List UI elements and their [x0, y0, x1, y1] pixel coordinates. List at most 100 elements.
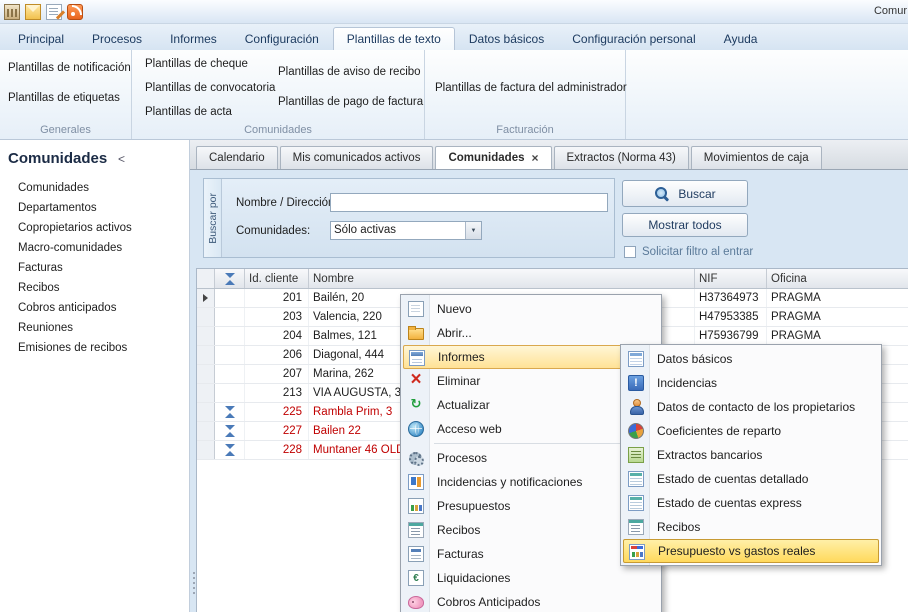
row-status-cell [215, 384, 245, 402]
context-menu-item-abrir[interactable]: Abrir... [403, 321, 659, 345]
row-indicator [197, 441, 215, 459]
communities-label: Comunidades: [236, 225, 310, 237]
ribbon-group-facturacion: Plantillas de factura del administrador … [425, 50, 626, 139]
collapse-sidebar-icon[interactable] [118, 152, 125, 166]
sidebar-item-reuniones[interactable]: Reuniones [0, 318, 189, 338]
window-title: Comur [874, 5, 907, 17]
ribbon-item-plantillas-de-factura-del-administrador[interactable]: Plantillas de factura del administrador [435, 82, 627, 94]
submenu-item-incidencias[interactable]: Incidencias [623, 371, 879, 395]
submenu-item-estado-de-cuentas-express[interactable]: Estado de cuentas express [623, 491, 879, 515]
ribbon-tab-configuracion[interactable]: Configuración [231, 27, 333, 50]
submenu-item-recibos[interactable]: Recibos [623, 515, 879, 539]
row-indicator [197, 384, 215, 402]
communities-combobox-value: Sólo activas [331, 222, 465, 239]
doc-tab-comunidades[interactable]: Comunidades [435, 146, 551, 169]
contact-icon [628, 399, 644, 415]
header-nif[interactable]: NIF [695, 269, 767, 288]
sidebar-item-facturas[interactable]: Facturas [0, 258, 189, 278]
cell-id-cliente: 213 [245, 384, 309, 402]
row-indicator [197, 346, 215, 364]
splitter-handle[interactable] [191, 572, 196, 594]
communities-combobox[interactable]: Sólo activas [330, 221, 482, 240]
cell-oficina: PRAGMA [767, 327, 908, 345]
buscar-button[interactable]: Buscar [622, 180, 748, 207]
doc-tab-movimientos-de-caja[interactable]: Movimientos de caja [691, 146, 822, 169]
sidebar-item-copropietarios-activos[interactable]: Copropietarios activos [0, 218, 189, 238]
ribbon-item-plantillas-de-aviso-de-recibo[interactable]: Plantillas de aviso de recibo [278, 66, 421, 78]
sidebar-item-comunidades[interactable]: Comunidades [0, 178, 189, 198]
submenu-item-presupuesto-vs-gastos-reales[interactable]: Presupuesto vs gastos reales [623, 539, 879, 563]
menu-item-label: Incidencias y notificaciones [437, 475, 582, 489]
hourglass-icon [224, 424, 236, 438]
ribbon-tab-plantillas-de-texto[interactable]: Plantillas de texto [333, 27, 455, 50]
sidebar-items: ComunidadesDepartamentosCopropietarios a… [0, 178, 189, 358]
document-tab-bar: CalendarioMis comunicados activosComunid… [190, 140, 908, 170]
liquidation-icon [408, 570, 424, 586]
header-status-column[interactable] [215, 269, 245, 288]
incident2-icon [628, 375, 644, 391]
cell-id-cliente: 225 [245, 403, 309, 421]
solicitar-filtro-checkbox[interactable] [624, 246, 636, 258]
ribbon-item-plantillas-de-pago-de-factura[interactable]: Plantillas de pago de factura [278, 96, 423, 108]
sidebar-item-emisiones-de-recibos[interactable]: Emisiones de recibos [0, 338, 189, 358]
submenu-item-extractos-bancarios[interactable]: Extractos bancarios [623, 443, 879, 467]
close-tab-icon[interactable] [532, 152, 539, 164]
submenu-item-datos-basicos[interactable]: Datos básicos [623, 347, 879, 371]
name-address-input[interactable] [330, 193, 608, 212]
doc-tab-extractos-norma-43[interactable]: Extractos (Norma 43) [554, 146, 689, 169]
name-address-label: Nombre / Dirección: [236, 197, 338, 209]
header-oficina[interactable]: Oficina [767, 269, 908, 288]
row-status-cell [215, 346, 245, 364]
refresh-icon [408, 397, 424, 413]
ribbon-tab-configuracion-personal[interactable]: Configuración personal [558, 27, 709, 50]
sidebar-item-recibos[interactable]: Recibos [0, 278, 189, 298]
mostrar-todos-button[interactable]: Mostrar todos [622, 213, 748, 237]
ribbon-item-plantillas-de-notificacion[interactable]: Plantillas de notificación [8, 62, 131, 74]
header-nombre[interactable]: Nombre [309, 269, 695, 288]
context-menu-item-liquidaciones[interactable]: Liquidaciones [403, 566, 659, 590]
sidebar-item-macro-comunidades[interactable]: Macro-comunidades [0, 238, 189, 258]
sidebar-item-departamentos[interactable]: Departamentos [0, 198, 189, 218]
row-indicator [197, 365, 215, 383]
menu-item-label: Actualizar [437, 398, 490, 412]
ribbon-item-plantillas-de-etiquetas[interactable]: Plantillas de etiquetas [8, 92, 120, 104]
ribbon-item-plantillas-de-acta[interactable]: Plantillas de acta [145, 106, 232, 118]
menu-item-label: Presupuesto vs gastos reales [658, 544, 815, 558]
ribbon-tab-principal[interactable]: Principal [4, 27, 78, 50]
submenu-item-datos-de-contacto-de-los-propietarios[interactable]: Datos de contacto de los propietarios [623, 395, 879, 419]
header-id-cliente[interactable]: Id. cliente [245, 269, 309, 288]
menu-item-label: Extractos bancarios [657, 448, 762, 462]
budget-vs-icon [629, 544, 645, 560]
cell-nif: H37364973 [695, 289, 767, 307]
notes-icon[interactable] [46, 4, 62, 20]
feed-icon[interactable] [67, 4, 83, 20]
submenu-item-coeficientes-de-reparto[interactable]: Coeficientes de reparto [623, 419, 879, 443]
ribbon-tab-datos-basicos[interactable]: Datos básicos [455, 27, 558, 50]
context-menu-item-nuevo[interactable]: Nuevo [403, 297, 659, 321]
ribbon-tab-informes[interactable]: Informes [156, 27, 231, 50]
menu-item-label: Acceso web [437, 422, 502, 436]
ribbon-item-plantillas-de-cheque[interactable]: Plantillas de cheque [145, 58, 248, 70]
menu-item-label: Coeficientes de reparto [657, 424, 781, 438]
quick-access-icons [4, 4, 83, 20]
combobox-dropdown-icon[interactable] [465, 222, 481, 239]
cell-nif: H75936799 [695, 327, 767, 345]
sidebar: Comunidades ComunidadesDepartamentosCopr… [0, 140, 190, 612]
bank-icon[interactable] [4, 4, 20, 20]
doc-tab-mis-comunicados-activos[interactable]: Mis comunicados activos [280, 146, 434, 169]
ribbon-tab-ayuda[interactable]: Ayuda [710, 27, 772, 50]
doc-tab-calendario[interactable]: Calendario [196, 146, 278, 169]
cell-oficina: PRAGMA [767, 308, 908, 326]
ribbon-tab-procesos[interactable]: Procesos [78, 27, 156, 50]
mail-icon[interactable] [25, 4, 41, 20]
submenu-item-estado-de-cuentas-detallado[interactable]: Estado de cuentas detallado [623, 467, 879, 491]
menu-item-label: Procesos [437, 451, 487, 465]
context-menu-item-cobros-anticipados[interactable]: Cobros Anticipados [403, 590, 659, 612]
row-status-cell [215, 289, 245, 307]
cell-id-cliente: 203 [245, 308, 309, 326]
ribbon-item-plantillas-de-convocatoria[interactable]: Plantillas de convocatoria [145, 82, 275, 94]
doc-tab-label: Extractos (Norma 43) [567, 152, 676, 164]
sidebar-item-cobros-anticipados[interactable]: Cobros anticipados [0, 298, 189, 318]
cell-id-cliente: 227 [245, 422, 309, 440]
row-status-cell [215, 403, 245, 421]
